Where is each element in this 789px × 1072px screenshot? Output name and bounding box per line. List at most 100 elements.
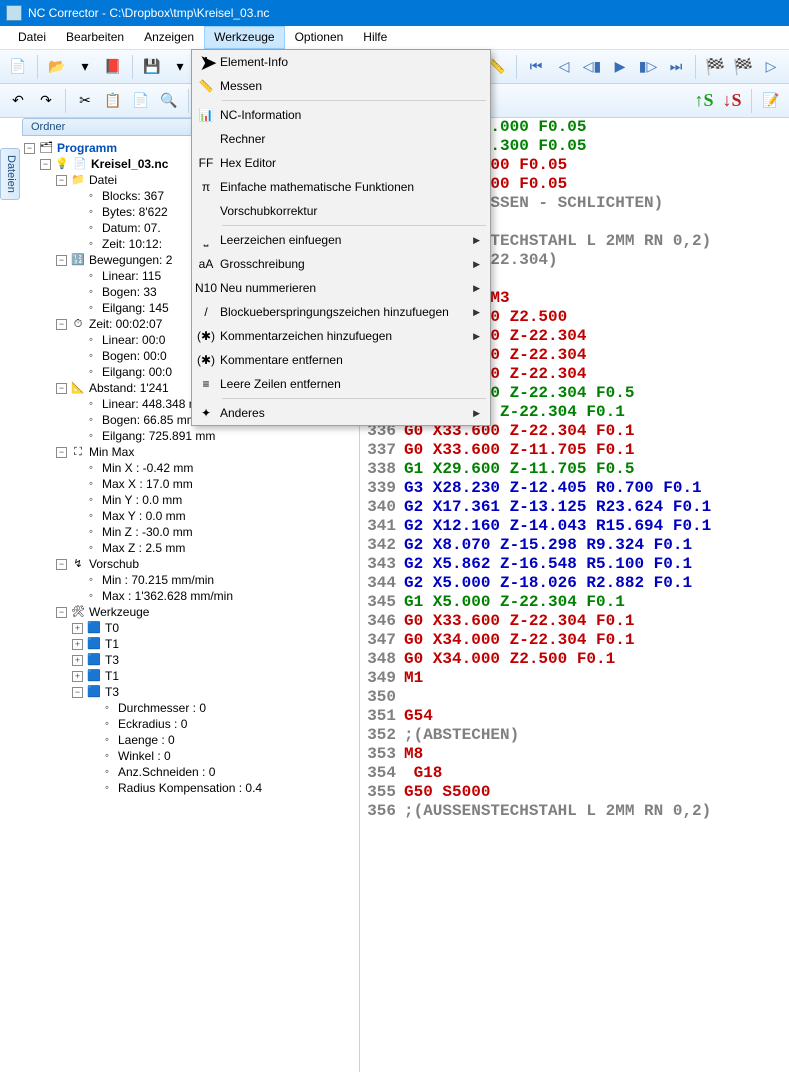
prev-button[interactable]: ◁ <box>552 55 576 79</box>
menu-optionen[interactable]: Optionen <box>285 26 354 49</box>
expand-icon[interactable]: + <box>72 623 83 634</box>
flag-end-icon[interactable]: 🏁 <box>731 55 755 79</box>
code-line[interactable]: 348G0 X34.000 Z2.500 F0.1 <box>360 650 789 669</box>
menu-item[interactable]: πEinfache mathematische Funktionen <box>192 175 490 199</box>
tree-file[interactable]: Kreisel_03.nc <box>91 156 168 172</box>
tree-item[interactable]: T3 <box>105 684 119 700</box>
code-line[interactable]: 354 G18 <box>360 764 789 783</box>
code-line[interactable]: 356;(AUSSENSTECHSTAHL L 2MM RN 0,2) <box>360 802 789 821</box>
menu-item[interactable]: (✱)Kommentare entfernen <box>192 348 490 372</box>
new-file-button[interactable]: 📄 <box>6 55 30 79</box>
code-line[interactable]: 341G2 X12.160 Z-14.043 R15.694 F0.1 <box>360 517 789 536</box>
code-line[interactable]: 355G50 S5000 <box>360 783 789 802</box>
code-line[interactable]: 340G2 X17.361 Z-13.125 R23.624 F0.1 <box>360 498 789 517</box>
tree-item[interactable]: T0 <box>105 620 119 636</box>
code-line[interactable]: 338G1 X29.600 Z-11.705 F0.5 <box>360 460 789 479</box>
tree-item[interactable]: T3 <box>105 652 119 668</box>
menu-item[interactable]: ≡Leere Zeilen entfernen <box>192 372 490 396</box>
menu-item[interactable]: ✦Anderes▶ <box>192 401 490 425</box>
code-line[interactable]: 343G2 X5.862 Z-16.548 R5.100 F0.1 <box>360 555 789 574</box>
expand-icon[interactable]: − <box>24 143 35 154</box>
expand-icon[interactable]: − <box>56 255 67 266</box>
fast-forward-button[interactable]: ▷ <box>759 55 783 79</box>
code-line[interactable]: 339G3 X28.230 Z-12.405 R0.700 F0.1 <box>360 479 789 498</box>
tree-item[interactable]: T1 <box>105 636 119 652</box>
menu-datei[interactable]: Datei <box>8 26 56 49</box>
expand-icon[interactable]: − <box>56 383 67 394</box>
save-dropdown[interactable]: ▾ <box>168 55 192 79</box>
cycle-start-red-icon[interactable]: ↓S <box>720 89 744 113</box>
code-text: G2 X8.070 Z-15.298 R9.324 F0.1 <box>404 536 692 555</box>
expand-icon[interactable]: + <box>72 671 83 682</box>
tree-abstand[interactable]: Abstand: 1'241 <box>89 380 169 396</box>
expand-icon[interactable]: − <box>56 559 67 570</box>
cycle-start-green-icon[interactable]: ↑S <box>692 89 716 113</box>
code-line[interactable]: 337G0 X33.600 Z-11.705 F0.1 <box>360 441 789 460</box>
code-line[interactable]: 351G54 <box>360 707 789 726</box>
list-icon[interactable]: 📝 <box>759 89 783 113</box>
find-button[interactable]: 🔍 <box>157 89 181 113</box>
menu-werkzeuge[interactable]: Werkzeuge <box>204 26 284 49</box>
expand-icon[interactable]: − <box>56 607 67 618</box>
menu-item[interactable]: Rechner <box>192 127 490 151</box>
menu-item[interactable]: Vorschubkorrektur <box>192 199 490 223</box>
cut-button[interactable]: ✂ <box>73 89 97 113</box>
menu-item[interactable]: N10Neu nummerieren▶ <box>192 276 490 300</box>
last-button[interactable]: ⏭ <box>664 55 688 79</box>
menu-item[interactable]: 📊NC-Information <box>192 103 490 127</box>
tree-bewegungen[interactable]: Bewegungen: 2 <box>89 252 172 268</box>
expand-icon[interactable]: − <box>56 175 67 186</box>
menu-item[interactable]: ⎵Leerzeichen einfuegen▶ <box>192 228 490 252</box>
code-line[interactable]: 345G1 X5.000 Z-22.304 F0.1 <box>360 593 789 612</box>
expand-icon[interactable]: − <box>40 159 51 170</box>
code-line[interactable]: 352;(ABSTECHEN) <box>360 726 789 745</box>
code-line[interactable]: 349M1 <box>360 669 789 688</box>
expand-icon[interactable]: − <box>56 319 67 330</box>
next-button[interactable]: ▮▷ <box>636 55 660 79</box>
menu-item[interactable]: FFHex Editor <box>192 151 490 175</box>
code-line[interactable]: 350 <box>360 688 789 707</box>
menu-item[interactable]: 📏Messen <box>192 74 490 98</box>
menu-item[interactable]: /Blockueberspringungszeichen hinzufuegen… <box>192 300 490 324</box>
paste-button[interactable]: 📄 <box>129 89 153 113</box>
first-button[interactable]: ⏮ <box>524 55 548 79</box>
line-number: 351 <box>360 707 404 726</box>
play-back-button[interactable]: ◁▮ <box>580 55 604 79</box>
expand-icon[interactable]: − <box>72 687 83 698</box>
code-line[interactable]: 347G0 X34.000 Z-22.304 F0.1 <box>360 631 789 650</box>
dot-icon: ◦ <box>84 477 98 491</box>
tree-item[interactable]: T1 <box>105 668 119 684</box>
expand-icon[interactable]: + <box>72 655 83 666</box>
menu-anzeigen[interactable]: Anzeigen <box>134 26 204 49</box>
tree-vorschub[interactable]: Vorschub <box>89 556 139 572</box>
tree-werkzeuge[interactable]: Werkzeuge <box>89 604 149 620</box>
menu-bearbeiten[interactable]: Bearbeiten <box>56 26 134 49</box>
tool-icon: 🟦 <box>87 685 101 699</box>
open-button[interactable]: 📂 <box>45 55 69 79</box>
close-button[interactable]: 📕 <box>101 55 125 79</box>
expand-icon[interactable]: + <box>72 639 83 650</box>
code-line[interactable]: 353M8 <box>360 745 789 764</box>
tree-minmax[interactable]: Min Max <box>89 444 134 460</box>
flag-start-icon[interactable]: 🏁 <box>703 55 727 79</box>
menu-item[interactable]: (✱)Kommentarzeichen hinzufuegen▶ <box>192 324 490 348</box>
undo-button[interactable]: ↶ <box>6 89 30 113</box>
code-line[interactable]: 344G2 X5.000 Z-18.026 R2.882 F0.1 <box>360 574 789 593</box>
menu-hilfe[interactable]: Hilfe <box>353 26 397 49</box>
dateien-tab[interactable]: Dateien <box>0 148 20 200</box>
menu-item[interactable]: ℹElement-Info <box>192 50 490 74</box>
play-button[interactable]: ▶ <box>608 55 632 79</box>
open-dropdown[interactable]: ▾ <box>73 55 97 79</box>
menu-item-label: Blockueberspringungszeichen hinzufuegen <box>220 305 473 319</box>
tree-zeit[interactable]: Zeit: 00:02:07 <box>89 316 162 332</box>
redo-button[interactable]: ↷ <box>34 89 58 113</box>
code-line[interactable]: 342G2 X8.070 Z-15.298 R9.324 F0.1 <box>360 536 789 555</box>
save-button[interactable]: 💾 <box>140 55 164 79</box>
copy-button[interactable]: 📋 <box>101 89 125 113</box>
tree-datei[interactable]: Datei <box>89 172 117 188</box>
expand-icon[interactable]: − <box>56 447 67 458</box>
tree-item: Eilgang: 725.891 mm <box>102 428 215 444</box>
code-line[interactable]: 346G0 X33.600 Z-22.304 F0.1 <box>360 612 789 631</box>
tree-root[interactable]: Programm <box>57 140 117 156</box>
menu-item[interactable]: aAGrosschreibung▶ <box>192 252 490 276</box>
